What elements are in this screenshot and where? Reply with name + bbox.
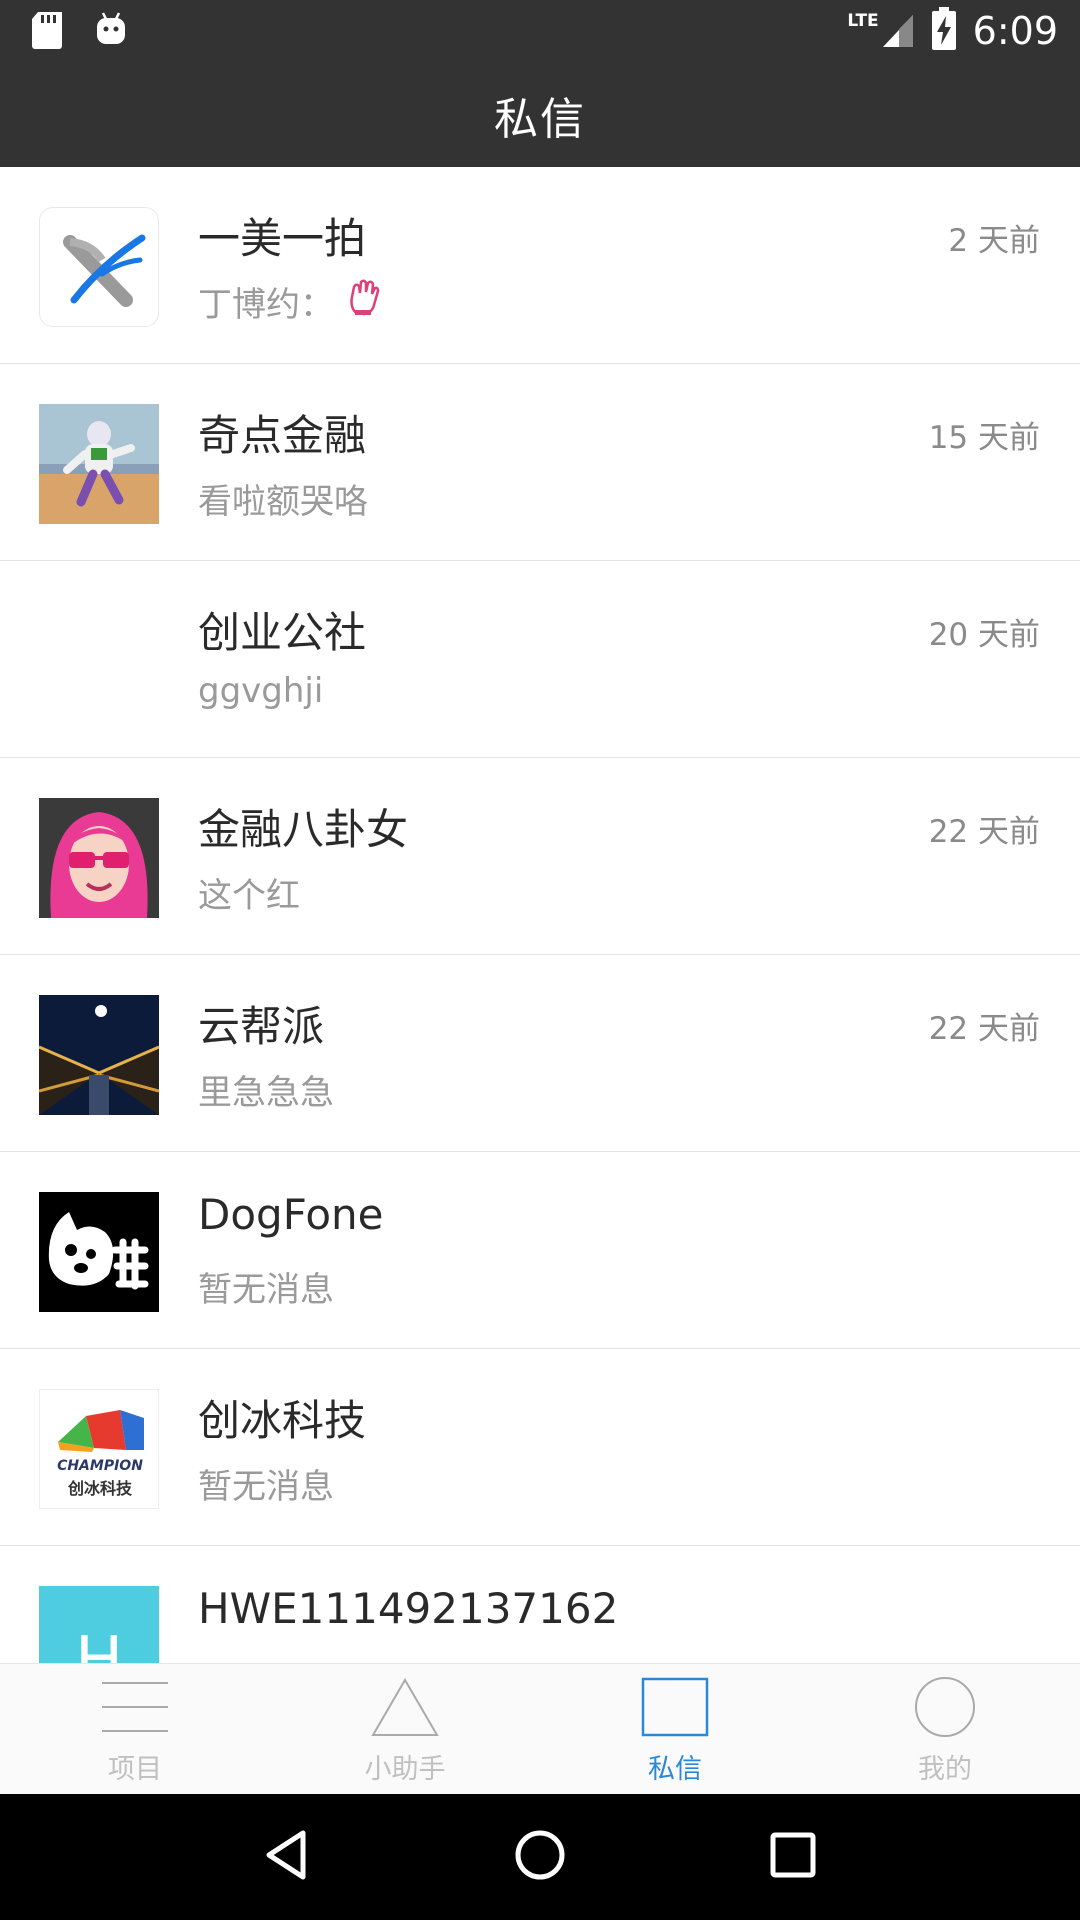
conversation-name: 云帮派 bbox=[198, 1002, 325, 1051]
tab-profile[interactable]: 我的 bbox=[810, 1664, 1080, 1794]
tab-label: 项目 bbox=[108, 1754, 162, 1785]
conversation-name: DogFone bbox=[198, 1190, 384, 1239]
tab-assistant[interactable]: 小助手 bbox=[270, 1664, 540, 1794]
conversation-row[interactable]: H HWE111492137162 bbox=[0, 1546, 1080, 1663]
dog-logo-avatar bbox=[39, 1192, 159, 1312]
bottom-tab-bar: 项目 小助手 私信 我的 bbox=[0, 1663, 1080, 1794]
signal-icon bbox=[881, 9, 915, 53]
android-icon bbox=[94, 10, 128, 54]
conversation-row[interactable]: 云帮派 里急急急 22 天前 bbox=[0, 955, 1080, 1152]
conversation-preview: 看啦额哭咯 bbox=[198, 482, 368, 522]
tab-label: 我的 bbox=[918, 1754, 972, 1785]
conversation-row[interactable]: 创业公社 ggvghji 20 天前 bbox=[0, 561, 1080, 758]
battery-charging-icon bbox=[931, 7, 957, 55]
blank-avatar bbox=[39, 601, 159, 721]
square-icon bbox=[640, 1677, 710, 1741]
avatar-letter: H bbox=[74, 1624, 124, 1663]
conversation-preview: 丁博约： bbox=[198, 277, 382, 326]
logo-text: CHAMPION bbox=[57, 1458, 143, 1474]
conversation-name: 奇点金融 bbox=[198, 411, 367, 460]
page-title: 私信 bbox=[494, 94, 586, 145]
tab-messages[interactable]: 私信 bbox=[540, 1664, 810, 1794]
recents-button[interactable] bbox=[763, 1825, 823, 1889]
network-label: LTE bbox=[847, 11, 879, 31]
champion-logo-avatar: CHAMPION 创冰科技 bbox=[39, 1389, 159, 1509]
menu-lines-icon bbox=[100, 1677, 170, 1741]
conversation-row[interactable]: DogFone 暂无消息 bbox=[0, 1152, 1080, 1349]
letter-h-avatar: H bbox=[39, 1586, 159, 1663]
clapping-hand-emoji-icon bbox=[344, 277, 382, 326]
conversation-time: 2 天前 bbox=[948, 223, 1040, 259]
triangle-icon bbox=[370, 1677, 440, 1741]
night-bridge-avatar bbox=[39, 995, 159, 1115]
conversation-name: 创业公社 bbox=[198, 608, 367, 657]
logo-subtext: 创冰科技 bbox=[67, 1479, 133, 1498]
conversation-time: 22 天前 bbox=[928, 1011, 1040, 1047]
title-bar: 私信 bbox=[0, 63, 1080, 167]
conversation-row[interactable]: 金融八卦女 这个红 22 天前 bbox=[0, 758, 1080, 955]
conversation-preview: 暂无消息 bbox=[198, 1270, 334, 1310]
circle-icon bbox=[910, 1677, 980, 1741]
toy-figure-avatar bbox=[39, 404, 159, 524]
tab-label: 私信 bbox=[648, 1754, 702, 1785]
preview-text: 丁博约： bbox=[198, 285, 334, 325]
conversation-row[interactable]: 奇点金融 看啦额哭咯 15 天前 bbox=[0, 364, 1080, 561]
conversation-list[interactable]: 一美一拍 丁博约： 2 天前 奇点金融 看啦额哭咯 15 天前 创业公社 ggv… bbox=[0, 167, 1080, 1663]
conversation-time: 15 天前 bbox=[928, 420, 1040, 456]
conversation-name: HWE111492137162 bbox=[198, 1584, 619, 1633]
conversation-preview: 暂无消息 bbox=[198, 1467, 334, 1507]
tab-projects[interactable]: 项目 bbox=[0, 1664, 270, 1794]
tab-label: 小助手 bbox=[364, 1754, 446, 1785]
conversation-time: 22 天前 bbox=[928, 814, 1040, 850]
conversation-name: 创冰科技 bbox=[198, 1396, 367, 1445]
sd-card-icon bbox=[30, 10, 64, 54]
conversation-time: 20 天前 bbox=[928, 617, 1040, 653]
conversation-preview: 这个红 bbox=[198, 876, 300, 916]
home-button[interactable] bbox=[510, 1825, 570, 1889]
back-button[interactable] bbox=[257, 1825, 317, 1889]
conversation-name: 金融八卦女 bbox=[198, 805, 409, 854]
status-bar: LTE 6:09 bbox=[0, 0, 1080, 63]
conversation-name: 一美一拍 bbox=[198, 214, 367, 263]
system-nav-bar bbox=[0, 1794, 1080, 1920]
x-logo-avatar bbox=[39, 207, 159, 327]
conversation-preview: 里急急急 bbox=[198, 1073, 334, 1113]
status-time: 6:09 bbox=[972, 9, 1058, 53]
pink-hair-girl-avatar bbox=[39, 798, 159, 918]
conversation-row[interactable]: CHAMPION 创冰科技 创冰科技 暂无消息 bbox=[0, 1349, 1080, 1546]
conversation-preview: ggvghji bbox=[198, 671, 324, 711]
conversation-row[interactable]: 一美一拍 丁博约： 2 天前 bbox=[0, 167, 1080, 364]
